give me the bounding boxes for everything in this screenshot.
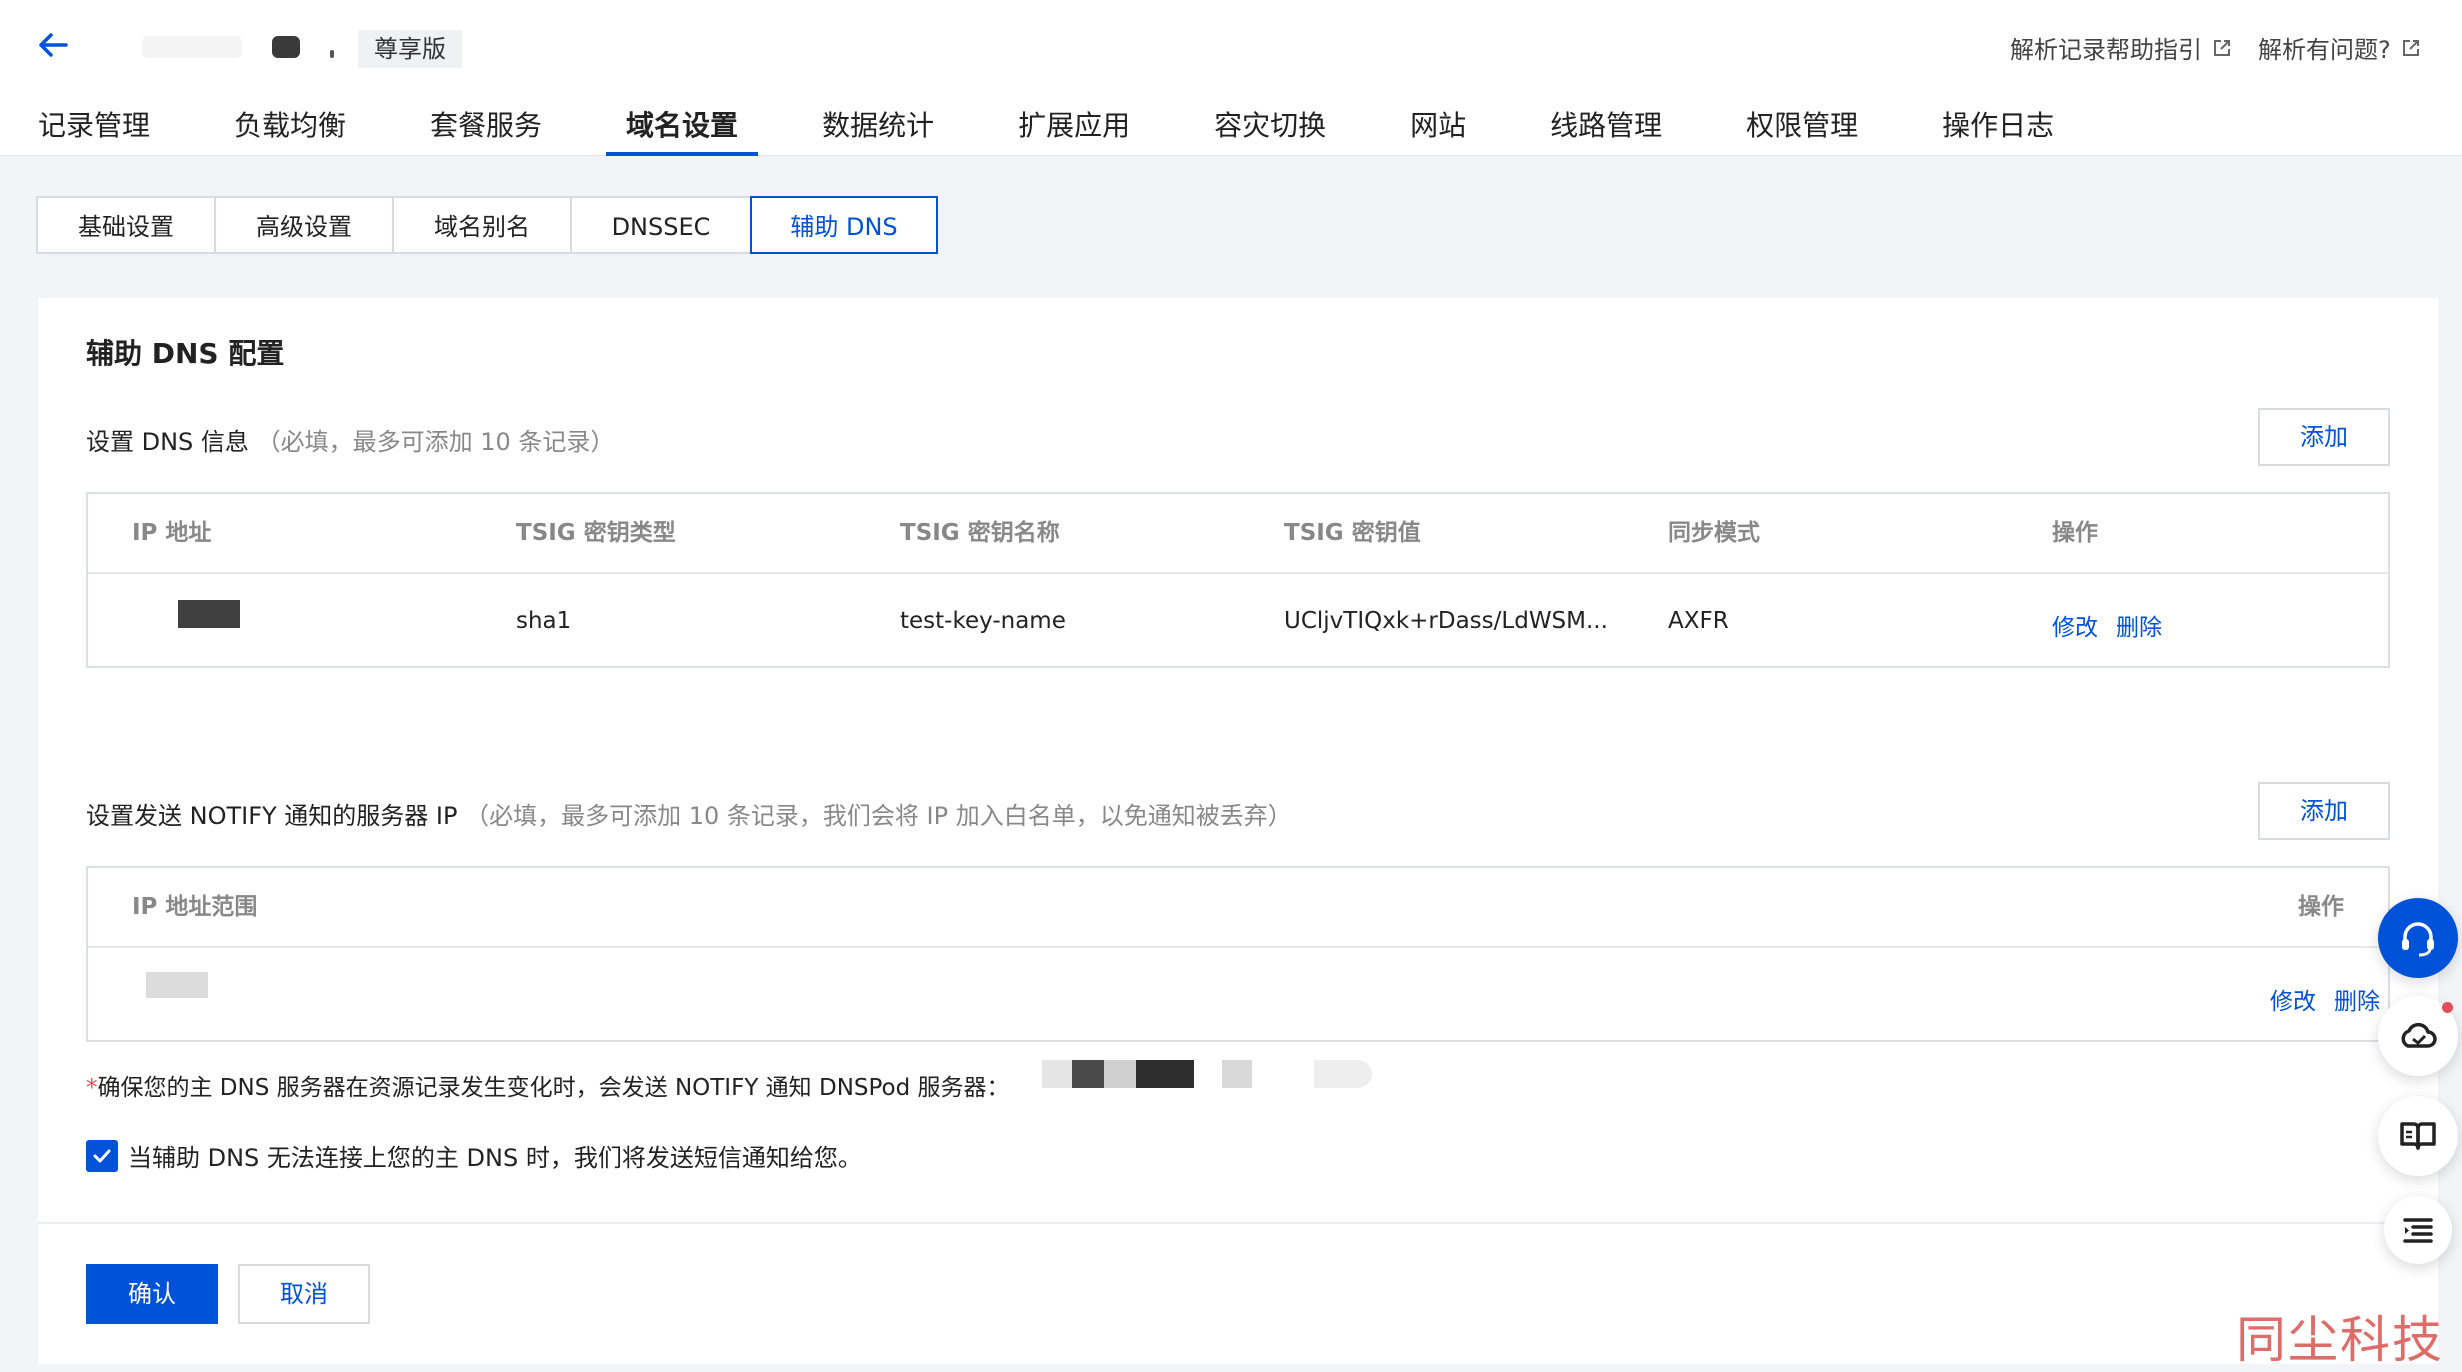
ip-redacted	[178, 600, 240, 628]
table-header: IP 地址范围 操作	[88, 868, 2388, 948]
dns-section-title: 设置 DNS 信息	[86, 428, 249, 456]
notify-section-hint: （必填，最多可添加 10 条记录，我们会将 IP 加入白名单，以免通知被丢弃）	[465, 802, 1292, 830]
server-redacted	[1042, 1060, 1072, 1088]
delete-link[interactable]: 删除	[2116, 608, 2162, 642]
watermark: 同尘科技	[2236, 1311, 2444, 1369]
tab-basic-settings[interactable]: 基础设置	[36, 196, 216, 254]
settings-subtabs: 基础设置 高级设置 域名别名 DNSSEC 辅助 DNS	[36, 196, 938, 254]
server-redacted	[1314, 1060, 1372, 1088]
help-guide-link[interactable]: 解析记录帮助指引	[2010, 30, 2232, 65]
book-icon	[2400, 1122, 2436, 1150]
help-guide-label: 解析记录帮助指引	[2010, 36, 2202, 64]
nav-item-extensions[interactable]: 扩展应用	[1018, 104, 1130, 156]
col-tsig-value: TSIG 密钥值	[1284, 520, 1421, 546]
headset-icon	[2402, 922, 2434, 957]
server-redacted	[1104, 1060, 1136, 1088]
ip-range-redacted	[146, 972, 208, 998]
server-redacted	[1072, 1060, 1104, 1088]
nav-item-records[interactable]: 记录管理	[38, 104, 150, 156]
back-arrow-icon[interactable]	[36, 28, 70, 62]
sms-checkbox[interactable]	[86, 1139, 118, 1172]
top-bar: 尊享版 解析记录帮助指引 解析有问题? 记录管理 负载均衡 套餐服务 域名设置 …	[0, 0, 2462, 156]
delete-link[interactable]: 删除	[2334, 982, 2380, 1016]
table-header: IP 地址 TSIG 密钥类型 TSIG 密钥名称 TSIG 密钥值 同步模式 …	[88, 494, 2388, 574]
table-row: 修改 删除	[88, 948, 2388, 1042]
nav-item-statistics[interactable]: 数据统计	[822, 104, 934, 156]
table-row: sha1 test-key-name UCljvTIQxk+rDass/LdWS…	[88, 574, 2388, 668]
domain-name-redacted	[330, 50, 334, 58]
sms-checkbox-label: 当辅助 DNS 无法连接上您的主 DNS 时，我们将发送短信通知给您。	[128, 1144, 862, 1172]
nav-item-website[interactable]: 网站	[1410, 104, 1466, 156]
page-title: 辅助 DNS 配置	[86, 337, 285, 370]
nav-item-plan[interactable]: 套餐服务	[430, 104, 542, 156]
col-actions: 操作	[2052, 520, 2098, 546]
tab-dnssec[interactable]: DNSSEC	[570, 196, 752, 254]
col-tsig-name: TSIG 密钥名称	[900, 520, 1060, 546]
edition-badge: 尊享版	[358, 30, 462, 68]
nav-item-logs[interactable]: 操作日志	[1942, 104, 2054, 156]
cloud-icon	[2401, 1022, 2437, 1048]
add-dns-button[interactable]: 添加	[2258, 408, 2390, 466]
nav-item-domain-settings[interactable]: 域名设置	[606, 104, 759, 156]
divider	[38, 1222, 2438, 1224]
menu-button[interactable]	[2384, 1196, 2452, 1264]
dns-section-hint: （必填，最多可添加 10 条记录）	[256, 428, 615, 456]
cell-sync-mode: AXFR	[1668, 608, 1729, 634]
edit-link[interactable]: 修改	[2052, 608, 2098, 642]
notify-notice: *确保您的主 DNS 服务器在资源记录发生变化时，会发送 NOTIFY 通知 D…	[86, 1068, 1010, 1102]
dns-section-label: 设置 DNS 信息 （必填，最多可添加 10 条记录）	[86, 422, 614, 457]
confirm-button[interactable]: 确认	[86, 1264, 218, 1324]
tab-secondary-dns[interactable]: 辅助 DNS	[750, 196, 938, 254]
secondary-dns-card: 辅助 DNS 配置 设置 DNS 信息 （必填，最多可添加 10 条记录） 添加…	[38, 298, 2438, 1364]
server-redacted	[1222, 1060, 1252, 1088]
add-notify-ip-button[interactable]: 添加	[2258, 782, 2390, 840]
check-icon	[93, 1149, 111, 1162]
nav-item-load-balance[interactable]: 负载均衡	[234, 104, 346, 156]
issue-link-label: 解析有问题?	[2258, 36, 2391, 64]
col-ip: IP 地址	[132, 520, 212, 546]
tab-advanced-settings[interactable]: 高级设置	[214, 196, 394, 254]
col-actions: 操作	[2298, 894, 2344, 920]
notification-dot	[2442, 1002, 2453, 1013]
external-link-icon	[2214, 39, 2230, 56]
col-tsig-type: TSIG 密钥类型	[516, 520, 676, 546]
customer-service-button[interactable]	[2378, 898, 2458, 978]
notify-section-label: 设置发送 NOTIFY 通知的服务器 IP （必填，最多可添加 10 条记录，我…	[86, 796, 1292, 831]
dns-table: IP 地址 TSIG 密钥类型 TSIG 密钥名称 TSIG 密钥值 同步模式 …	[86, 492, 2390, 668]
edit-link[interactable]: 修改	[2270, 982, 2316, 1016]
issue-link[interactable]: 解析有问题?	[2258, 30, 2421, 65]
col-sync-mode: 同步模式	[1668, 520, 1760, 546]
notify-table: IP 地址范围 操作 修改 删除	[86, 866, 2390, 1042]
domain-name-redacted	[272, 36, 300, 58]
required-star: *	[86, 1075, 98, 1101]
sms-notify-option: 当辅助 DNS 无法连接上您的主 DNS 时，我们将发送短信通知给您。	[86, 1138, 862, 1173]
notice-text: 确保您的主 DNS 服务器在资源记录发生变化时，会发送 NOTIFY 通知 DN…	[97, 1075, 1010, 1101]
nav-item-failover[interactable]: 容灾切换	[1214, 104, 1326, 156]
domain-name-redacted	[142, 36, 242, 58]
main-nav: 记录管理 负载均衡 套餐服务 域名设置 数据统计 扩展应用 容灾切换 网站 线路…	[38, 104, 2138, 156]
cell-key-type: sha1	[516, 608, 572, 634]
nav-item-permissions[interactable]: 权限管理	[1746, 104, 1858, 156]
cell-key-name: test-key-name	[900, 608, 1066, 634]
cell-key-value: UCljvTIQxk+rDass/LdWSM...	[1284, 608, 1608, 634]
list-icon	[2403, 1218, 2433, 1243]
col-ip-range: IP 地址范围	[132, 894, 258, 920]
tab-domain-alias[interactable]: 域名别名	[392, 196, 572, 254]
docs-button[interactable]	[2378, 1096, 2458, 1176]
external-link-icon	[2402, 39, 2419, 56]
server-redacted	[1136, 1060, 1194, 1088]
notify-section-title: 设置发送 NOTIFY 通知的服务器 IP	[86, 802, 458, 830]
nav-item-lines[interactable]: 线路管理	[1550, 104, 1662, 156]
cancel-button[interactable]: 取消	[238, 1264, 370, 1324]
